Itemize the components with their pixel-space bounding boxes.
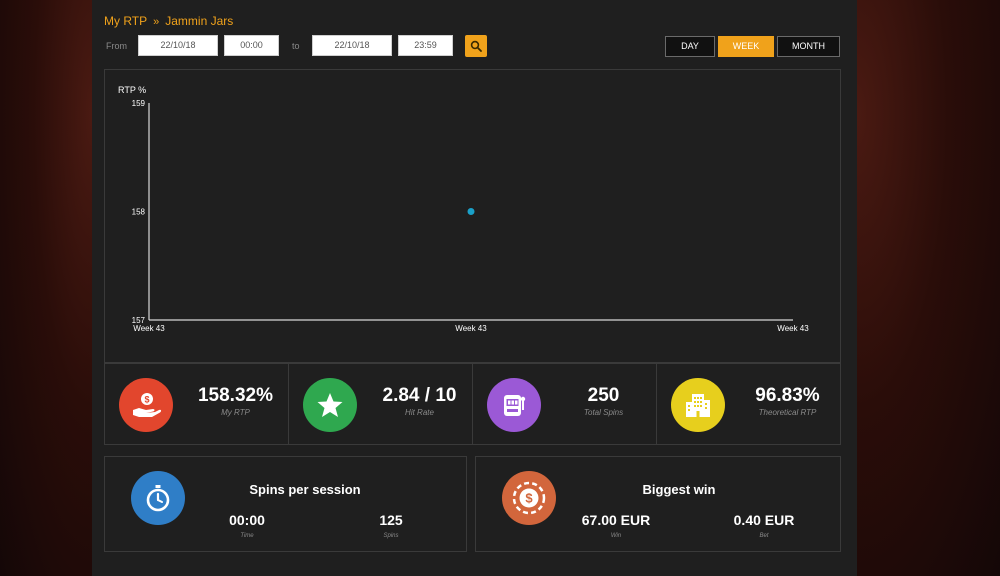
from-label: From [106, 41, 127, 51]
stopwatch-icon [131, 471, 185, 525]
stats-row: $ 158.32% My RTP 2.84 / 10 Hit Rate 250 … [104, 363, 841, 445]
x-tick-label: Week 43 [133, 324, 165, 333]
svg-text:$: $ [525, 491, 533, 506]
y-axis-label: RTP % [118, 85, 146, 95]
x-tick-label: Week 43 [455, 324, 487, 333]
win-value: 67.00 EUR [581, 512, 651, 528]
to-label: to [292, 41, 300, 51]
hit-rate-value: 2.84 / 10 [382, 385, 457, 406]
x-tick-label: Week 43 [777, 324, 809, 333]
stat-total-spins: 250 Total Spins [473, 364, 657, 444]
star-icon [303, 378, 357, 432]
session-time-value: 00:00 [229, 512, 265, 528]
theoretical-rtp-value: 96.83% [755, 385, 820, 406]
session-spins-label: Spins [383, 533, 399, 539]
week-button[interactable]: WEEK [718, 36, 774, 57]
day-button[interactable]: DAY [665, 36, 715, 57]
background-right [857, 0, 1000, 576]
hit-rate-label: Hit Rate [405, 408, 434, 417]
hand-money-icon: $ [119, 378, 173, 432]
y-tick-label: 158 [132, 208, 146, 217]
svg-text:$: $ [144, 395, 149, 405]
theoretical-rtp-label: Theoretical RTP [758, 408, 817, 417]
total-spins-value: 250 [587, 385, 620, 406]
rtp-panel: My RTP » Jammin Jars From 22/10/18 00:00 t… [92, 0, 857, 576]
total-spins-label: Total Spins [583, 408, 624, 417]
bet-label: Bet [759, 533, 769, 539]
from-date-input[interactable]: 22/10/18 [138, 35, 218, 56]
spins-per-session-title: Spins per session [249, 482, 361, 497]
data-point [467, 208, 475, 215]
stat-hit-rate: 2.84 / 10 Hit Rate [289, 364, 473, 444]
y-tick-label: 159 [132, 99, 146, 108]
session-time-label: Time [240, 533, 254, 539]
spins-per-session-card: Spins per session 00:00 Time 125 Spins [104, 456, 467, 552]
building-icon [671, 378, 725, 432]
my-rtp-label: My RTP [221, 408, 250, 417]
slot-machine-icon [487, 378, 541, 432]
my-rtp-value: 158.32% [197, 385, 273, 406]
casino-chip-icon: $ [502, 471, 556, 525]
breadcrumb-current: Jammin Jars [165, 14, 234, 28]
background-left [0, 0, 92, 576]
month-button[interactable]: MONTH [777, 36, 840, 57]
rtp-chart-svg: RTP %157158159Week 43 Week 43 Week 43 [118, 85, 809, 333]
breadcrumb: My RTP » Jammin Jars [104, 14, 233, 28]
from-time-input[interactable]: 00:00 [224, 35, 279, 56]
stat-my-rtp: $ 158.32% My RTP [105, 364, 289, 444]
win-label: Win [610, 533, 622, 539]
bet-value: 0.40 EUR [733, 512, 795, 528]
search-button[interactable] [465, 35, 487, 57]
biggest-win-title: Biggest win [642, 482, 716, 497]
breadcrumb-separator: » [153, 16, 160, 28]
rtp-chart: RTP % 157 158 159 Week 43 Week 43 Week 43 [104, 69, 841, 363]
stat-theoretical-rtp: 96.83% Theoretical RTP [657, 364, 840, 444]
to-time-input[interactable]: 23:59 [398, 35, 453, 56]
breadcrumb-root[interactable]: My RTP [104, 14, 147, 28]
search-icon [470, 40, 482, 52]
biggest-win-card: $ Biggest win 67.00 EUR Win 0.40 EUR Bet [475, 456, 841, 552]
to-date-input[interactable]: 22/10/18 [312, 35, 392, 56]
session-spins-value: 125 [379, 512, 403, 528]
